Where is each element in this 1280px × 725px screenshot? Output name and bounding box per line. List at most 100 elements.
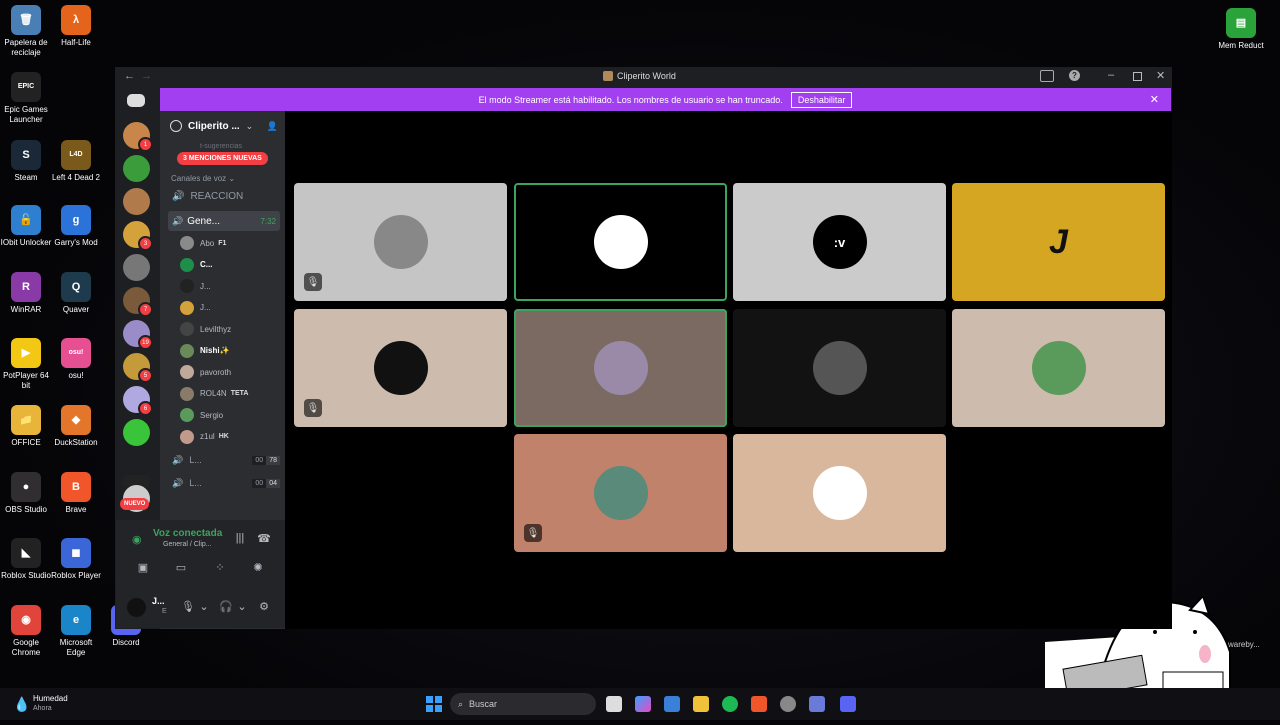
participant-tile[interactable]	[514, 183, 727, 301]
file-explorer-icon[interactable]	[693, 696, 709, 712]
server-icon[interactable]	[123, 188, 150, 215]
desktop-icon[interactable]: 🗑 Papelera de reciclaje	[0, 5, 52, 58]
server-icon[interactable]: 1	[123, 122, 153, 152]
settings-gear-icon[interactable]: ⚙	[256, 598, 272, 614]
voice-channel-row[interactable]: 🔊 L... 00 04	[172, 474, 280, 492]
desktop-icon[interactable]: ● OBS Studio	[0, 472, 52, 515]
server-icon[interactable]: 6	[123, 386, 153, 416]
desktop-icon[interactable]: 🔓 IObit Unlocker	[0, 205, 52, 248]
voice-category[interactable]: Canales de voz ⌄	[171, 174, 235, 183]
voice-user-name: Sergio	[200, 410, 224, 420]
server-icon[interactable]	[123, 419, 150, 446]
participant-tile[interactable]	[952, 309, 1165, 427]
hidden-channel-name: t-sugerencias	[200, 143, 243, 150]
copilot-icon[interactable]	[635, 696, 651, 712]
add-member-icon[interactable]: 👤	[267, 121, 278, 132]
participant-avatar	[373, 215, 428, 269]
participant-tile[interactable]	[733, 434, 946, 552]
brave-icon[interactable]	[751, 696, 767, 712]
server-name: Cliperito ...	[188, 120, 240, 132]
channel-general[interactable]: 🔊 Gene... 7:32	[168, 211, 280, 231]
desktop-icon[interactable]: 📁 OFFICE	[0, 405, 52, 448]
mentions-pill[interactable]: 3 MENCIONES NUEVAS	[177, 152, 268, 165]
desktop-icon[interactable]: g Garry's Mod	[50, 205, 102, 248]
back-arrow-icon[interactable]: ←	[124, 70, 135, 82]
disable-streamer-button[interactable]: Deshabilitar	[790, 91, 853, 108]
discord-taskbar-icon[interactable]	[840, 696, 856, 712]
user-avatar	[180, 236, 194, 250]
server-icon[interactable]	[123, 254, 150, 281]
voice-user[interactable]: Sergio	[180, 405, 223, 425]
chevron-down-icon[interactable]: ⌄	[234, 598, 250, 614]
microsoft-edge-icon: e	[61, 605, 91, 635]
desktop-icon[interactable]: ▶ PotPlayer 64 bit	[0, 338, 52, 391]
desktop-icon[interactable]: B Brave	[50, 472, 102, 515]
desktop-icon[interactable]: ◆ DuckStation	[50, 405, 102, 448]
desktop-icon-label: DuckStation	[54, 438, 98, 447]
soundboard-icon[interactable]: ✺	[250, 559, 266, 575]
channel-reaccion[interactable]: 🔊 REACCION	[172, 191, 243, 202]
task-view-icon[interactable]	[606, 696, 622, 712]
inbox-icon[interactable]	[1040, 70, 1054, 82]
voice-user[interactable]: z1ul HK	[180, 427, 229, 447]
disconnect-icon[interactable]: ☎	[256, 530, 272, 546]
voice-user[interactable]: Levilthyz	[180, 319, 231, 339]
server-header[interactable]: Cliperito ... ⌄ 👤	[170, 120, 278, 132]
discord-home-icon[interactable]	[127, 94, 145, 107]
taskbar-search[interactable]: ⌕ Buscar	[450, 693, 596, 715]
server-icon[interactable]: 5	[123, 353, 153, 383]
participant-tile[interactable]: J	[952, 183, 1165, 301]
server-icon[interactable]	[123, 155, 150, 182]
voice-channel-row[interactable]: 🔊 L... 00 78	[172, 451, 280, 469]
participant-tile[interactable]: :v	[733, 183, 946, 301]
desktop-icon[interactable]: ◉ Google Chrome	[0, 605, 52, 658]
participant-tile[interactable]: 🎙	[514, 434, 727, 552]
participant-tile[interactable]: 🎙	[294, 183, 507, 301]
voice-user[interactable]: J...	[180, 276, 211, 296]
close-window-button[interactable]: ✕	[1156, 69, 1165, 82]
spotify-icon[interactable]	[722, 696, 738, 712]
server-icon[interactable]: 7	[123, 287, 153, 317]
participant-tile[interactable]: 🎙	[294, 309, 507, 427]
desktop-icon[interactable]: S Steam	[0, 140, 52, 183]
desktop-icon[interactable]: Q Quaver	[50, 272, 102, 315]
voice-channel[interactable]: General / Clip...	[163, 541, 212, 548]
participant-tile[interactable]	[514, 309, 727, 427]
noise-suppression-icon[interactable]: |||	[232, 530, 248, 546]
maximize-button[interactable]	[1133, 72, 1142, 81]
user-avatar[interactable]	[127, 598, 146, 617]
desktop-icon[interactable]: λ Half-Life	[50, 5, 102, 48]
voice-user[interactable]: Nishi✨	[180, 341, 230, 361]
microphone-icon[interactable]: 🎙	[180, 598, 196, 614]
desktop-icon[interactable]: R WinRAR	[0, 272, 52, 315]
app-icon[interactable]	[809, 696, 825, 712]
forward-arrow-icon[interactable]: →	[141, 70, 152, 82]
store-icon[interactable]	[664, 696, 680, 712]
desktop-icon[interactable]: EPIC Epic Games Launcher	[0, 72, 52, 125]
desktop-icon[interactable]: osu! osu!	[50, 338, 102, 381]
voice-user[interactable]: pavoroth	[180, 362, 231, 382]
desktop-icon[interactable]: ◼ Roblox Player	[50, 538, 102, 581]
screen-share-icon[interactable]: ▭	[173, 559, 189, 575]
activities-icon[interactable]: ⁘	[212, 559, 228, 575]
voice-user[interactable]: C...	[180, 255, 212, 275]
server-icon[interactable]: 19	[123, 320, 153, 350]
participant-tile[interactable]	[733, 309, 946, 427]
help-icon[interactable]: ?	[1069, 70, 1080, 81]
desktop-icon[interactable]: ◣ Roblox Studio	[0, 538, 52, 581]
desktop-icon[interactable]: L4D Left 4 Dead 2	[50, 140, 102, 183]
server-icon[interactable]: 3	[123, 221, 153, 251]
voice-user[interactable]: J...	[180, 298, 211, 318]
banner-close-icon[interactable]: ✕	[1150, 93, 1159, 106]
desktop-icon-mem-reduct[interactable]: ▤ Mem Reduct	[1215, 8, 1267, 51]
chevron-down-icon[interactable]: ⌄	[196, 598, 212, 614]
camera-off-icon[interactable]: ▣	[135, 559, 151, 575]
start-button-icon[interactable]	[426, 696, 442, 712]
weather-icon[interactable]: 💧	[13, 696, 30, 713]
minimize-button[interactable]: –	[1108, 69, 1114, 81]
chrome-icon[interactable]	[780, 696, 796, 712]
voice-user[interactable]: ROL4N TETA	[180, 384, 248, 404]
voice-user[interactable]: Abo F1	[180, 233, 226, 253]
desktop-icon[interactable]: e Microsoft Edge	[50, 605, 102, 658]
headphones-icon[interactable]: 🎧	[218, 598, 234, 614]
